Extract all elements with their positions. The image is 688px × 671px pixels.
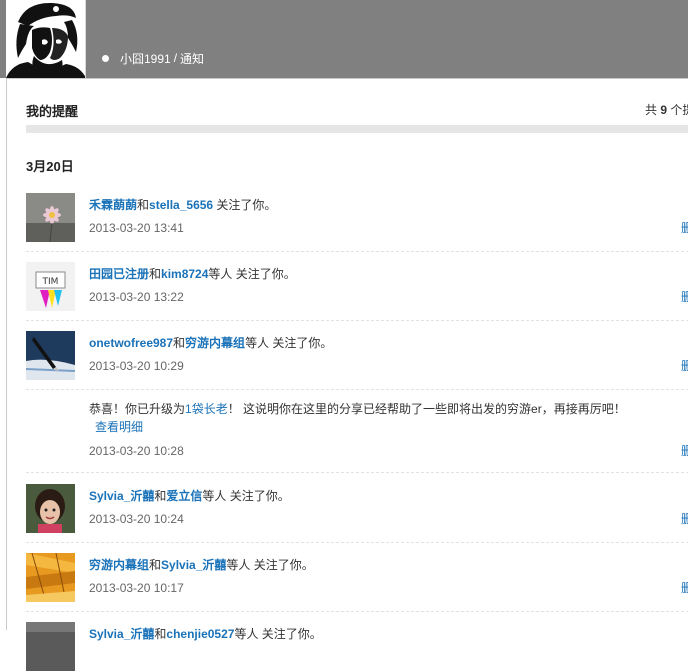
user-link[interactable]: chenjie0527 (166, 627, 234, 641)
joiner-text: 和 (154, 627, 167, 641)
bullet-icon (102, 54, 109, 62)
notification-text: 田园已注册和kim8724等人 关注了你。 (89, 265, 296, 282)
top-bar: 小囧1991 / 通知 (0, 0, 688, 78)
user-link[interactable]: Sylvia_沂囍 (89, 489, 154, 503)
item-separator (26, 251, 688, 252)
delete-link[interactable]: 删 (681, 288, 688, 305)
extra-text: 等人 (226, 558, 251, 572)
system-text: 恭喜！你已升级为 (89, 402, 186, 416)
delete-link[interactable]: 删 (681, 510, 688, 527)
user-thumbnail[interactable] (26, 484, 75, 533)
item-separator (26, 320, 688, 321)
user-link[interactable]: stella_5656 (149, 198, 213, 212)
timestamp: 2013-03-20 10:29 (89, 359, 184, 373)
count-prefix: 共 (645, 103, 658, 117)
system-message: 恭喜！你已升级为1袋长老！ 这说明你在这里的分享已经帮助了一些即将出发的穷游er… (89, 400, 629, 436)
joiner-text: 和 (173, 336, 186, 350)
notifications-panel: 我的提醒 共 9 个提 3月20日 禾霖蓢蓢和stella_5656 (6, 78, 688, 671)
action-text: 关注了你。 (226, 489, 290, 503)
count-suffix: 个提 (670, 103, 688, 117)
breadcrumb-page: 通知 (180, 51, 205, 66)
extra-text: 等人 (208, 267, 233, 281)
notification-text: Sylvia_沂囍和爱立信等人 关注了你。 (89, 487, 290, 504)
page-title: 我的提醒 (26, 104, 79, 119)
count-value: 9 (660, 103, 668, 117)
user-thumbnail[interactable] (26, 331, 75, 380)
joiner-text: 和 (137, 198, 150, 212)
timestamp: 2013-03-20 10:28 (89, 444, 184, 458)
timestamp: 2013-03-20 10:17 (89, 581, 184, 595)
joiner-text: 和 (149, 267, 162, 281)
user-thumbnail[interactable] (26, 622, 75, 671)
breadcrumb: 小囧1991 / 通知 (102, 50, 204, 66)
user-link[interactable]: kim8724 (161, 267, 208, 281)
notification-count: 共 9 个提 (645, 101, 688, 118)
user-link[interactable]: Sylvia_沂囍 (161, 558, 226, 572)
action-text: 关注了你。 (250, 558, 314, 572)
date-group-heading: 3月20日 (26, 159, 74, 174)
level-link[interactable]: 1袋长老 (185, 402, 228, 416)
timestamp: 2013-03-20 13:22 (89, 290, 184, 304)
joiner-text: 和 (149, 558, 162, 572)
user-thumbnail[interactable]: TIM (26, 262, 75, 311)
user-link[interactable]: Sylvia_沂囍 (89, 627, 154, 641)
system-text: ！ 这说明你在这里的分享已经帮助了一些即将出发的穷游er，再接再厉吧！ (227, 402, 626, 416)
header-divider (26, 125, 688, 133)
user-link[interactable]: 穷游内幕组 (185, 336, 245, 350)
breadcrumb-separator: / (173, 51, 178, 65)
delete-link[interactable]: 删 (681, 219, 688, 236)
svg-text:TIM: TIM (42, 277, 59, 287)
notification-text: 穷游内幕组和Sylvia_沂囍等人 关注了你。 (89, 556, 314, 573)
extra-text: 等人 (234, 627, 259, 641)
timestamp: 2013-03-20 10:24 (89, 512, 184, 526)
delete-link[interactable]: 删 (681, 357, 688, 374)
user-link[interactable]: onetwofree987 (89, 336, 173, 350)
user-link[interactable]: 穷游内幕组 (89, 558, 149, 572)
user-avatar[interactable] (6, 0, 86, 78)
notification-text: 禾霖蓢蓢和stella_5656 关注了你。 (89, 196, 276, 213)
extra-text: 等人 (202, 489, 227, 503)
breadcrumb-user[interactable]: 小囧1991 (120, 50, 171, 67)
user-link[interactable]: 爱立信 (166, 489, 202, 503)
delete-link[interactable]: 删 (681, 579, 688, 596)
extra-text: 等人 (245, 336, 270, 350)
item-separator (26, 389, 688, 390)
user-thumbnail[interactable] (26, 553, 75, 602)
item-separator (26, 542, 688, 543)
delete-link[interactable]: 删 (681, 442, 688, 459)
user-thumbnail[interactable] (26, 193, 75, 242)
action-text: 关注了你。 (213, 198, 277, 212)
joiner-text: 和 (154, 489, 167, 503)
action-text: 关注了你。 (232, 267, 296, 281)
action-text: 关注了你。 (258, 627, 322, 641)
action-text: 关注了你。 (269, 336, 333, 350)
item-separator (26, 472, 688, 473)
notification-text: Sylvia_沂囍和chenjie0527等人 关注了你。 (89, 625, 322, 642)
user-link[interactable]: 田园已注册 (89, 267, 149, 281)
notification-text: onetwofree987和穷游内幕组等人 关注了你。 (89, 334, 332, 351)
user-link[interactable]: 禾霖蓢蓢 (89, 198, 137, 212)
timestamp: 2013-03-20 13:41 (89, 221, 184, 235)
item-separator (26, 611, 688, 612)
view-details-link[interactable]: 查看明细 (95, 420, 143, 434)
